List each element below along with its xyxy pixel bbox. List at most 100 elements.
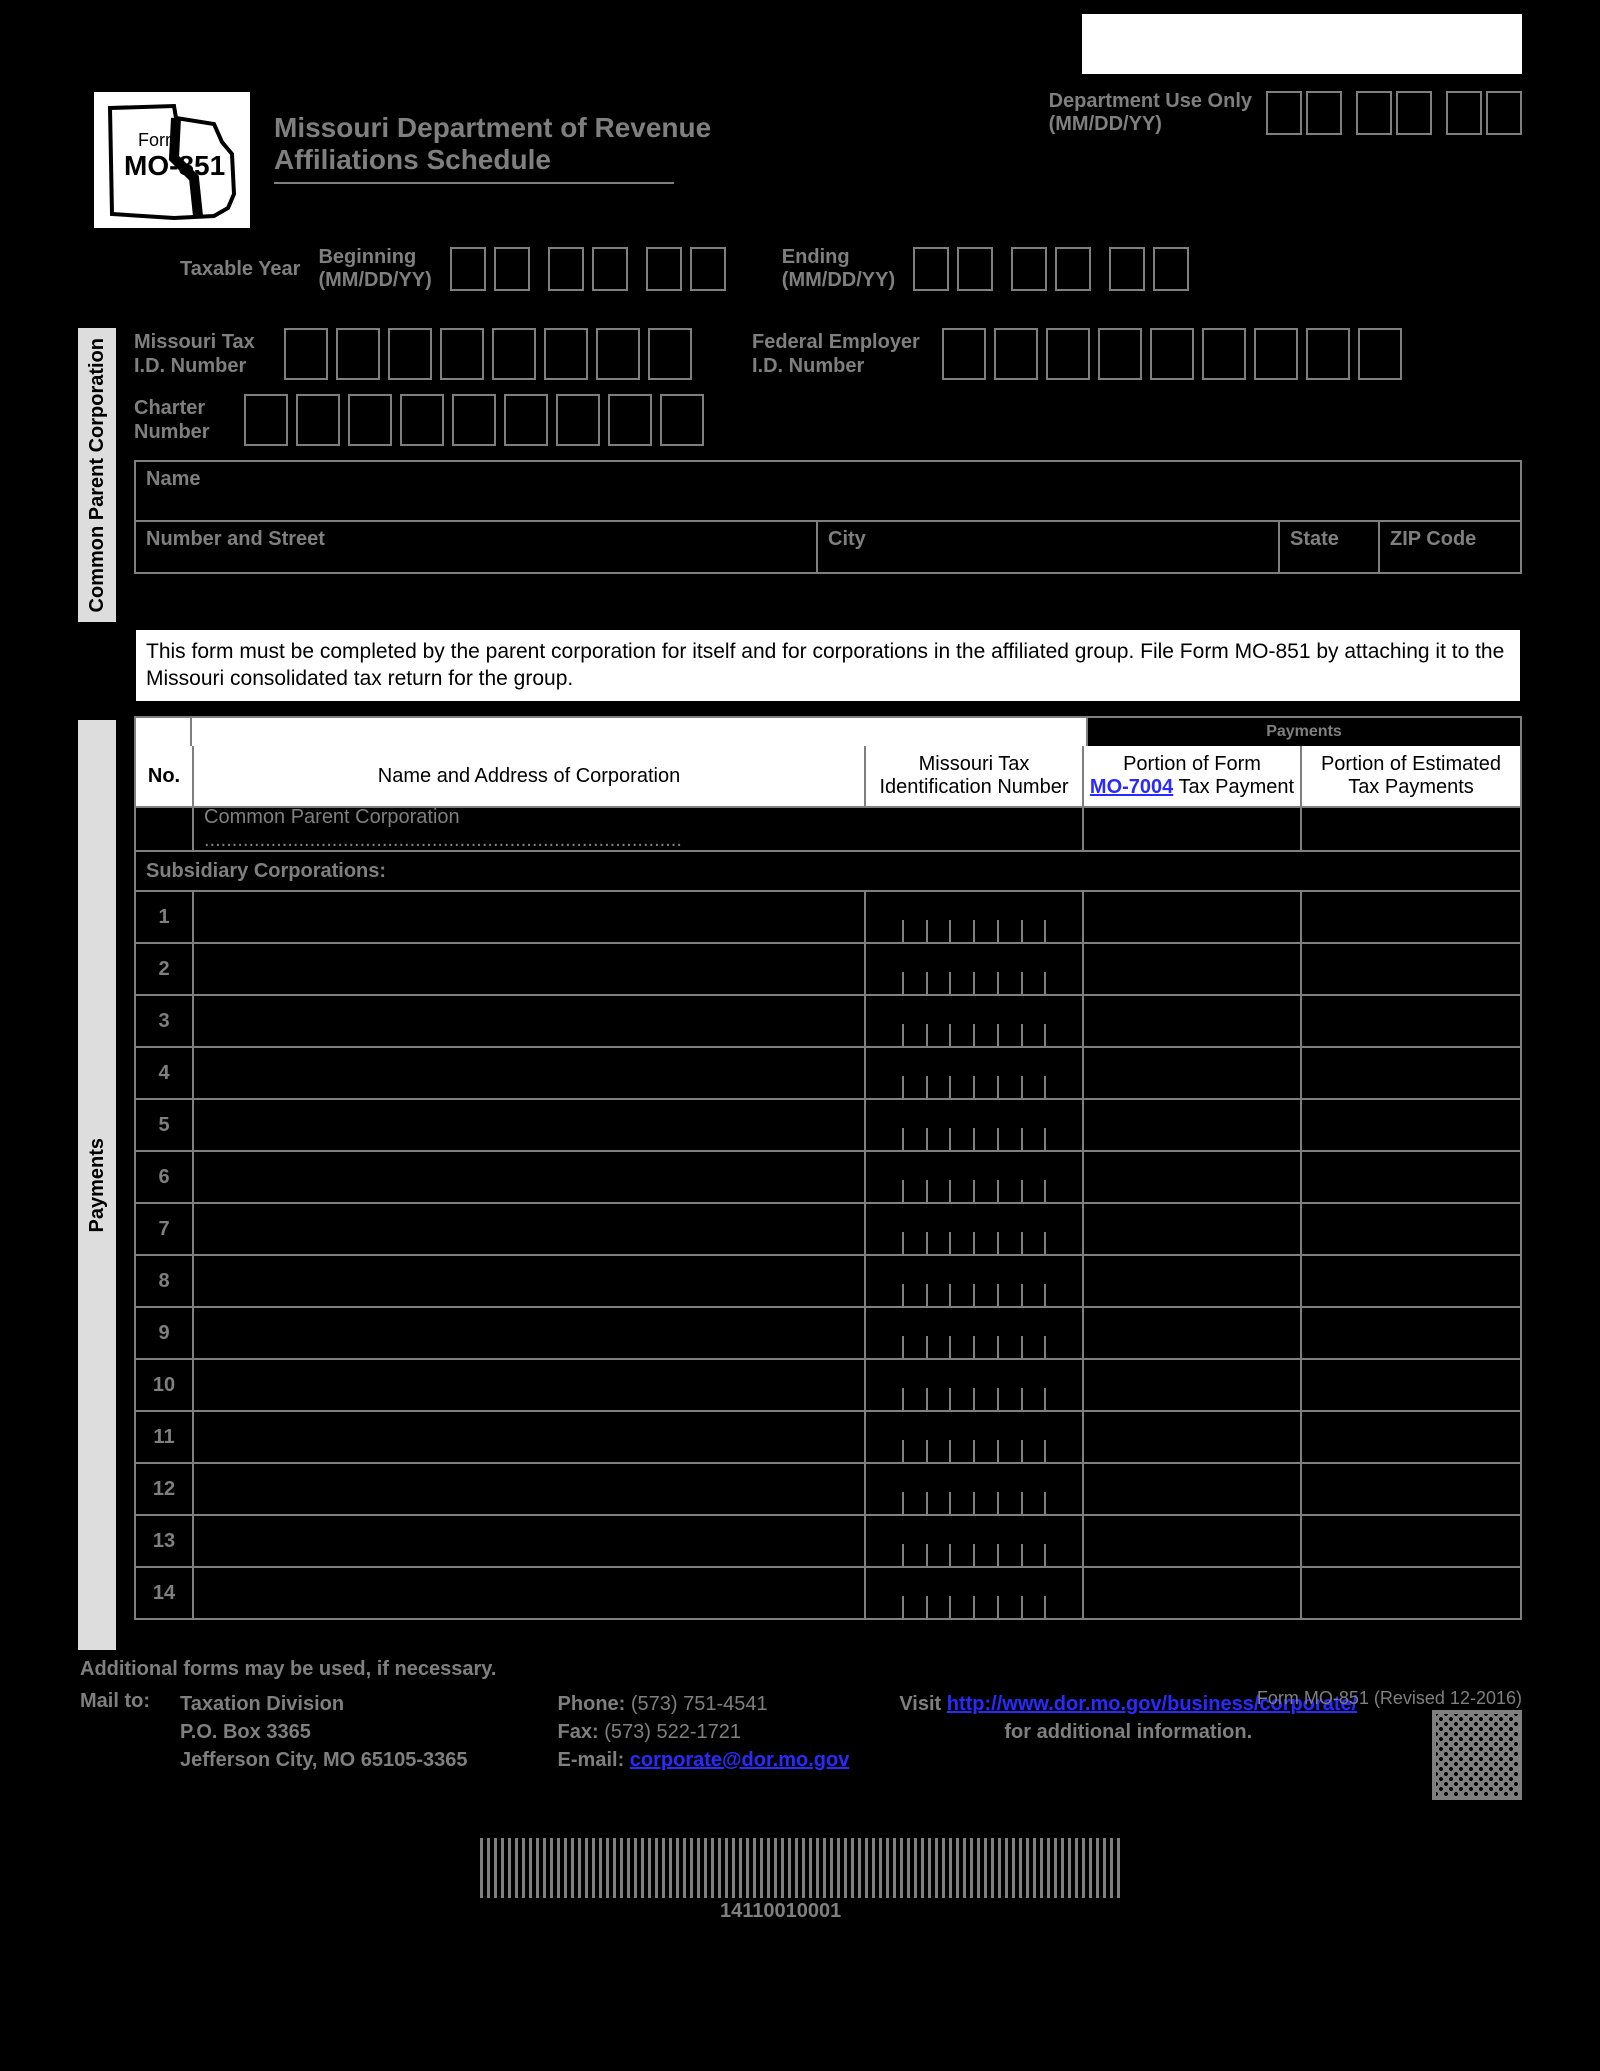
mo-7004-link[interactable]: MO-7004 [1090,776,1173,798]
corp-name-input[interactable] [194,1152,866,1202]
corp-taxid-input[interactable] [866,1048,1084,1098]
payments-table: Payments No. Name and Address of Corpora… [134,716,1522,1620]
corp-pay1-input[interactable] [1084,1152,1302,1202]
begin-yy1[interactable] [646,247,682,291]
corp-pay1-input[interactable] [1084,944,1302,994]
end-dd1[interactable] [1011,247,1047,291]
charter-box[interactable] [244,394,288,446]
corp-pay1-input[interactable] [1084,1256,1302,1306]
begin-dd1[interactable] [548,247,584,291]
begin-yy2[interactable] [690,247,726,291]
corp-taxid-input[interactable] [866,1204,1084,1254]
corp-name-input[interactable] [194,1568,866,1618]
col-name: Name and Address of Corporation [194,746,866,806]
dept-use-mm2[interactable] [1306,91,1342,135]
corp-name-input[interactable] [194,1308,866,1358]
city-field[interactable]: City [818,522,1280,572]
row-number: 9 [136,1308,194,1358]
corp-pay2-input[interactable] [1302,1516,1520,1566]
corp-taxid-input[interactable] [866,944,1084,994]
corp-pay1-input[interactable] [1084,1100,1302,1150]
cpc-taxid[interactable] [866,808,1084,850]
corp-pay2-input[interactable] [1302,1568,1520,1618]
corp-name-input[interactable] [194,1204,866,1254]
corp-pay1-input[interactable] [1084,1412,1302,1462]
name-field-label[interactable]: Name [136,462,1520,522]
dept-use-yy2[interactable] [1486,91,1522,135]
corp-name-input[interactable] [194,892,866,942]
dept-use-dd2[interactable] [1396,91,1432,135]
corp-pay1-input[interactable] [1084,1204,1302,1254]
schedule-title: Affiliations Schedule [274,144,551,176]
form-number: MO-851 [124,150,225,182]
corp-taxid-input[interactable] [866,1464,1084,1514]
corp-taxid-input[interactable] [866,1256,1084,1306]
corp-pay2-input[interactable] [1302,1100,1520,1150]
corp-taxid-input[interactable] [866,1360,1084,1410]
begin-mm1[interactable] [450,247,486,291]
corp-name-input[interactable] [194,1100,866,1150]
corp-pay2-input[interactable] [1302,1464,1520,1514]
corp-taxid-input[interactable] [866,996,1084,1046]
dept-use-dd1[interactable] [1356,91,1392,135]
corp-pay2-input[interactable] [1302,1412,1520,1462]
cpc-pay2[interactable] [1302,808,1520,850]
corp-pay2-input[interactable] [1302,1204,1520,1254]
taxable-year-label: Taxable Year [180,258,300,281]
corp-pay1-input[interactable] [1084,1568,1302,1618]
zip-field[interactable]: ZIP Code [1380,522,1520,572]
corp-pay2-input[interactable] [1302,996,1520,1046]
begin-mm2[interactable] [494,247,530,291]
end-mm1[interactable] [913,247,949,291]
corp-name-input[interactable] [194,1048,866,1098]
corp-taxid-input[interactable] [866,892,1084,942]
corp-pay1-input[interactable] [1084,1464,1302,1514]
addr-line2: P.O. Box 3365 [180,1718,468,1746]
dept-use-mm1[interactable] [1266,91,1302,135]
end-mm2[interactable] [957,247,993,291]
fein-box[interactable] [942,328,986,380]
end-yy1[interactable] [1109,247,1145,291]
end-yy2[interactable] [1153,247,1189,291]
corp-name-input[interactable] [194,1516,866,1566]
row-number: 11 [136,1412,194,1462]
corp-pay1-input[interactable] [1084,1516,1302,1566]
corp-taxid-input[interactable] [866,1516,1084,1566]
corp-name-input[interactable] [194,996,866,1046]
phone-number: (573) 751-4541 [631,1693,768,1715]
corp-name-input[interactable] [194,1412,866,1462]
corp-taxid-input[interactable] [866,1308,1084,1358]
corp-pay1-input[interactable] [1084,892,1302,942]
corp-taxid-input[interactable] [866,1152,1084,1202]
corp-pay1-input[interactable] [1084,1048,1302,1098]
corp-taxid-input[interactable] [866,1100,1084,1150]
corp-taxid-input[interactable] [866,1568,1084,1618]
form-label: Form [138,130,180,151]
dept-use-yy1[interactable] [1446,91,1482,135]
dept-use-label: Department Use Only [1049,90,1252,113]
corp-name-input[interactable] [194,1464,866,1514]
corp-pay2-input[interactable] [1302,1308,1520,1358]
instruction-text: This form must be completed by the paren… [134,628,1522,703]
email-link[interactable]: corporate@dor.mo.gov [630,1749,850,1771]
corp-pay2-input[interactable] [1302,1152,1520,1202]
corp-pay1-input[interactable] [1084,996,1302,1046]
corp-name-input[interactable] [194,944,866,994]
corp-pay1-input[interactable] [1084,1308,1302,1358]
begin-dd2[interactable] [592,247,628,291]
corp-pay2-input[interactable] [1302,892,1520,942]
corp-pay1-input[interactable] [1084,1360,1302,1410]
corp-name-input[interactable] [194,1256,866,1306]
corp-taxid-input[interactable] [866,1412,1084,1462]
corp-name-input[interactable] [194,1360,866,1410]
corp-pay2-input[interactable] [1302,944,1520,994]
state-field[interactable]: State [1280,522,1380,572]
corp-pay2-input[interactable] [1302,1256,1520,1306]
street-field[interactable]: Number and Street [136,522,818,572]
mo-taxid-box[interactable] [284,328,328,380]
end-dd2[interactable] [1055,247,1091,291]
cpc-pay1[interactable] [1084,808,1302,850]
corp-pay2-input[interactable] [1302,1360,1520,1410]
corp-pay2-input[interactable] [1302,1048,1520,1098]
row-number: 6 [136,1152,194,1202]
